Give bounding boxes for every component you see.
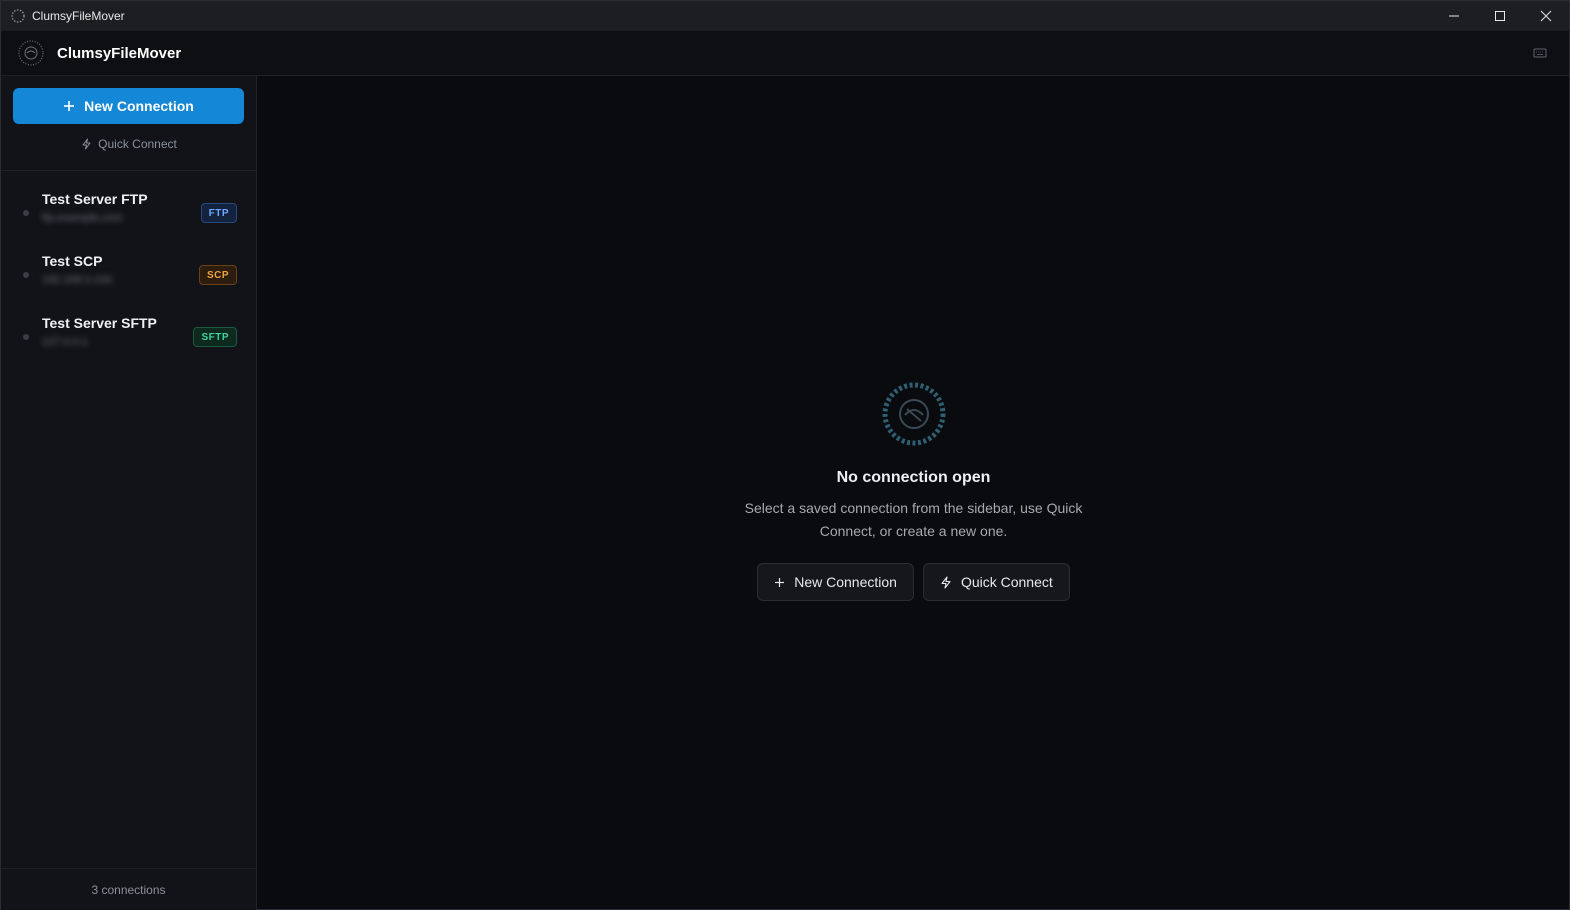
new-connection-button[interactable]: New Connection bbox=[757, 563, 914, 601]
app-window: ClumsyFileMover ClumsyFileMover New Conn… bbox=[0, 0, 1570, 910]
lightning-icon bbox=[941, 575, 951, 589]
connection-count: 3 connections bbox=[1, 868, 256, 910]
app-icon bbox=[11, 9, 25, 23]
minimize-button[interactable] bbox=[1431, 1, 1477, 31]
main-panel: No connection open Select a saved connec… bbox=[258, 76, 1569, 909]
status-dot bbox=[23, 334, 29, 340]
app-name: ClumsyFileMover bbox=[57, 44, 182, 62]
status-dot bbox=[23, 272, 29, 278]
connection-name: Test SCP bbox=[42, 253, 103, 269]
minimize-icon bbox=[1449, 15, 1459, 17]
protocol-badge: SCP bbox=[198, 265, 237, 285]
connection-name: Test Server SFTP bbox=[42, 315, 157, 331]
connection-list: Test Server FTP ftp.example.com FTP Test… bbox=[1, 182, 256, 368]
connection-item-scp[interactable]: Test SCP 192.168.0.100 SCP bbox=[1, 244, 256, 306]
close-button[interactable] bbox=[1523, 1, 1569, 31]
quick-connect-link[interactable]: Quick Connect bbox=[1, 134, 257, 154]
connection-host: ftp.example.com bbox=[42, 212, 123, 224]
status-dot bbox=[23, 210, 29, 216]
connection-name: Test Server FTP bbox=[42, 191, 148, 207]
window-titlebar[interactable]: ClumsyFileMover bbox=[1, 1, 1569, 31]
app-header: ClumsyFileMover bbox=[1, 31, 1569, 76]
quick-connect-label: Quick Connect bbox=[960, 574, 1053, 590]
close-icon bbox=[1540, 10, 1552, 22]
keyboard-icon[interactable] bbox=[1533, 46, 1547, 60]
empty-state: No connection open Select a saved connec… bbox=[258, 381, 1569, 601]
new-connection-button[interactable]: New Connection bbox=[13, 88, 244, 124]
plus-icon bbox=[775, 577, 785, 587]
sidebar: New Connection Quick Connect Test Server… bbox=[1, 76, 257, 910]
empty-state-description: Select a saved connection from the sideb… bbox=[744, 500, 1083, 539]
empty-state-actions: New Connection Quick Connect bbox=[757, 563, 1070, 601]
maximize-button[interactable] bbox=[1477, 1, 1523, 31]
protocol-badge: SFTP bbox=[193, 327, 237, 347]
connection-item-ftp[interactable]: Test Server FTP ftp.example.com FTP bbox=[1, 182, 256, 244]
new-connection-label: New Connection bbox=[84, 98, 194, 114]
window-controls bbox=[1431, 1, 1569, 31]
quick-connect-button[interactable]: Quick Connect bbox=[922, 563, 1070, 601]
new-connection-label: New Connection bbox=[794, 574, 897, 590]
protocol-badge: FTP bbox=[200, 203, 237, 223]
plus-icon bbox=[64, 101, 75, 111]
clumsys-lab-logo-icon bbox=[882, 382, 945, 446]
empty-state-title: No connection open bbox=[836, 469, 991, 486]
window-title: ClumsyFileMover bbox=[32, 9, 125, 23]
maximize-icon bbox=[1495, 11, 1505, 21]
app-logo-icon bbox=[18, 40, 44, 66]
connection-item-sftp[interactable]: Test Server SFTP 127.0.0.1 SFTP bbox=[1, 306, 256, 368]
quick-connect-label: Quick Connect bbox=[98, 137, 177, 151]
sidebar-divider bbox=[1, 170, 256, 171]
connection-host: 127.0.0.1 bbox=[42, 336, 88, 348]
lightning-icon bbox=[82, 138, 91, 150]
connection-host: 192.168.0.100 bbox=[42, 274, 113, 286]
